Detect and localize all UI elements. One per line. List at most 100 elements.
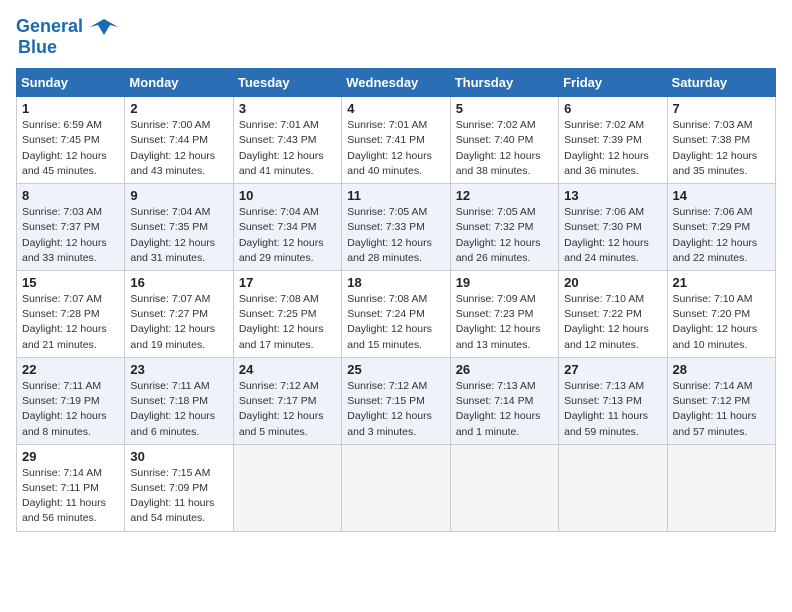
calendar-cell: 28Sunrise: 7:14 AMSunset: 7:12 PMDayligh… (667, 357, 775, 444)
day-number: 11 (347, 188, 444, 203)
calendar-week-3: 15 Sunrise: 7:07 AMSunset: 7:28 PMDayligh… (17, 271, 776, 358)
calendar-cell: 18 Sunrise: 7:08 AMSunset: 7:24 PMDayligh… (342, 271, 450, 358)
logo: General Blue (16, 16, 118, 58)
calendar-cell: 29 Sunrise: 7:14 AMSunset: 7:11 PMDayligh… (17, 444, 125, 531)
day-info: Sunrise: 7:14 AMSunset: 7:11 PMDaylight:… (22, 466, 119, 527)
day-info: Sunrise: 7:06 AMSunset: 7:30 PMDaylight:… (564, 205, 661, 266)
day-number: 6 (564, 101, 661, 116)
day-number: 18 (347, 275, 444, 290)
logo-bird-icon (90, 17, 118, 37)
calendar-week-5: 29 Sunrise: 7:14 AMSunset: 7:11 PMDayligh… (17, 444, 776, 531)
calendar-cell: 23 Sunrise: 7:11 AMSunset: 7:18 PMDayligh… (125, 357, 233, 444)
calendar-cell: 13 Sunrise: 7:06 AMSunset: 7:30 PMDayligh… (559, 184, 667, 271)
calendar-week-4: 22 Sunrise: 7:11 AMSunset: 7:19 PMDayligh… (17, 357, 776, 444)
calendar-week-2: 8 Sunrise: 7:03 AMSunset: 7:37 PMDaylight… (17, 184, 776, 271)
calendar-header-row: SundayMondayTuesdayWednesdayThursdayFrid… (17, 69, 776, 97)
calendar-cell: 30Sunrise: 7:15 AMSunset: 7:09 PMDayligh… (125, 444, 233, 531)
calendar-cell: 25 Sunrise: 7:12 AMSunset: 7:15 PMDayligh… (342, 357, 450, 444)
calendar-cell: 4 Sunrise: 7:01 AMSunset: 7:41 PMDaylight… (342, 97, 450, 184)
calendar-cell: 2 Sunrise: 7:00 AMSunset: 7:44 PMDaylight… (125, 97, 233, 184)
day-info: Sunrise: 7:02 AMSunset: 7:40 PMDaylight:… (456, 118, 553, 179)
col-header-monday: Monday (125, 69, 233, 97)
col-header-saturday: Saturday (667, 69, 775, 97)
day-info: Sunrise: 7:05 AMSunset: 7:32 PMDaylight:… (456, 205, 553, 266)
day-number: 27 (564, 362, 661, 377)
day-number: 26 (456, 362, 553, 377)
calendar-cell: 11 Sunrise: 7:05 AMSunset: 7:33 PMDayligh… (342, 184, 450, 271)
calendar-cell: 14 Sunrise: 7:06 AMSunset: 7:29 PMDayligh… (667, 184, 775, 271)
day-number: 19 (456, 275, 553, 290)
calendar-week-1: 1 Sunrise: 6:59 AMSunset: 7:45 PMDaylight… (17, 97, 776, 184)
day-info: Sunrise: 7:14 AMSunset: 7:12 PMDaylight:… (673, 379, 770, 440)
day-number: 20 (564, 275, 661, 290)
day-info: Sunrise: 7:07 AMSunset: 7:27 PMDaylight:… (130, 292, 227, 353)
calendar-cell (233, 444, 341, 531)
day-info: Sunrise: 6:59 AMSunset: 7:45 PMDaylight:… (22, 118, 119, 179)
day-info: Sunrise: 7:04 AMSunset: 7:35 PMDaylight:… (130, 205, 227, 266)
logo-blue: Blue (18, 37, 57, 58)
day-info: Sunrise: 7:11 AMSunset: 7:19 PMDaylight:… (22, 379, 119, 440)
day-number: 23 (130, 362, 227, 377)
day-number: 13 (564, 188, 661, 203)
day-number: 8 (22, 188, 119, 203)
day-number: 10 (239, 188, 336, 203)
day-info: Sunrise: 7:05 AMSunset: 7:33 PMDaylight:… (347, 205, 444, 266)
day-number: 22 (22, 362, 119, 377)
day-info: Sunrise: 7:12 AMSunset: 7:15 PMDaylight:… (347, 379, 444, 440)
day-info: Sunrise: 7:06 AMSunset: 7:29 PMDaylight:… (673, 205, 770, 266)
calendar-cell: 20 Sunrise: 7:10 AMSunset: 7:22 PMDayligh… (559, 271, 667, 358)
day-number: 29 (22, 449, 119, 464)
calendar-cell: 1 Sunrise: 6:59 AMSunset: 7:45 PMDaylight… (17, 97, 125, 184)
calendar-cell: 10 Sunrise: 7:04 AMSunset: 7:34 PMDayligh… (233, 184, 341, 271)
calendar-table: SundayMondayTuesdayWednesdayThursdayFrid… (16, 68, 776, 531)
calendar-cell (450, 444, 558, 531)
day-info: Sunrise: 7:08 AMSunset: 7:25 PMDaylight:… (239, 292, 336, 353)
day-info: Sunrise: 7:10 AMSunset: 7:22 PMDaylight:… (564, 292, 661, 353)
day-number: 9 (130, 188, 227, 203)
calendar-cell: 22 Sunrise: 7:11 AMSunset: 7:19 PMDayligh… (17, 357, 125, 444)
day-info: Sunrise: 7:07 AMSunset: 7:28 PMDaylight:… (22, 292, 119, 353)
day-number: 14 (673, 188, 770, 203)
calendar-cell (342, 444, 450, 531)
day-number: 17 (239, 275, 336, 290)
day-info: Sunrise: 7:01 AMSunset: 7:41 PMDaylight:… (347, 118, 444, 179)
day-info: Sunrise: 7:03 AMSunset: 7:38 PMDaylight:… (673, 118, 770, 179)
day-number: 5 (456, 101, 553, 116)
day-info: Sunrise: 7:00 AMSunset: 7:44 PMDaylight:… (130, 118, 227, 179)
day-number: 12 (456, 188, 553, 203)
day-info: Sunrise: 7:11 AMSunset: 7:18 PMDaylight:… (130, 379, 227, 440)
calendar-cell: 16Sunrise: 7:07 AMSunset: 7:27 PMDayligh… (125, 271, 233, 358)
calendar-cell: 17 Sunrise: 7:08 AMSunset: 7:25 PMDayligh… (233, 271, 341, 358)
day-number: 3 (239, 101, 336, 116)
calendar-cell: 26 Sunrise: 7:13 AMSunset: 7:14 PMDayligh… (450, 357, 558, 444)
calendar-cell: 24 Sunrise: 7:12 AMSunset: 7:17 PMDayligh… (233, 357, 341, 444)
calendar-cell: 19Sunrise: 7:09 AMSunset: 7:23 PMDayligh… (450, 271, 558, 358)
day-info: Sunrise: 7:04 AMSunset: 7:34 PMDaylight:… (239, 205, 336, 266)
day-info: Sunrise: 7:13 AMSunset: 7:13 PMDaylight:… (564, 379, 661, 440)
day-number: 21 (673, 275, 770, 290)
day-number: 30 (130, 449, 227, 464)
day-number: 24 (239, 362, 336, 377)
page-header: General Blue (16, 16, 776, 58)
day-number: 2 (130, 101, 227, 116)
col-header-tuesday: Tuesday (233, 69, 341, 97)
day-number: 25 (347, 362, 444, 377)
day-info: Sunrise: 7:03 AMSunset: 7:37 PMDaylight:… (22, 205, 119, 266)
day-number: 1 (22, 101, 119, 116)
day-number: 4 (347, 101, 444, 116)
day-number: 15 (22, 275, 119, 290)
calendar-cell: 7 Sunrise: 7:03 AMSunset: 7:38 PMDaylight… (667, 97, 775, 184)
day-info: Sunrise: 7:13 AMSunset: 7:14 PMDaylight:… (456, 379, 553, 440)
day-info: Sunrise: 7:08 AMSunset: 7:24 PMDaylight:… (347, 292, 444, 353)
calendar-cell: 6Sunrise: 7:02 AMSunset: 7:39 PMDaylight… (559, 97, 667, 184)
col-header-thursday: Thursday (450, 69, 558, 97)
calendar-cell: 9 Sunrise: 7:04 AMSunset: 7:35 PMDaylight… (125, 184, 233, 271)
calendar-cell: 27 Sunrise: 7:13 AMSunset: 7:13 PMDayligh… (559, 357, 667, 444)
calendar-cell (667, 444, 775, 531)
calendar-cell: 5 Sunrise: 7:02 AMSunset: 7:40 PMDaylight… (450, 97, 558, 184)
day-info: Sunrise: 7:01 AMSunset: 7:43 PMDaylight:… (239, 118, 336, 179)
calendar-cell: 12 Sunrise: 7:05 AMSunset: 7:32 PMDayligh… (450, 184, 558, 271)
day-info: Sunrise: 7:12 AMSunset: 7:17 PMDaylight:… (239, 379, 336, 440)
day-number: 7 (673, 101, 770, 116)
calendar-cell: 8 Sunrise: 7:03 AMSunset: 7:37 PMDaylight… (17, 184, 125, 271)
